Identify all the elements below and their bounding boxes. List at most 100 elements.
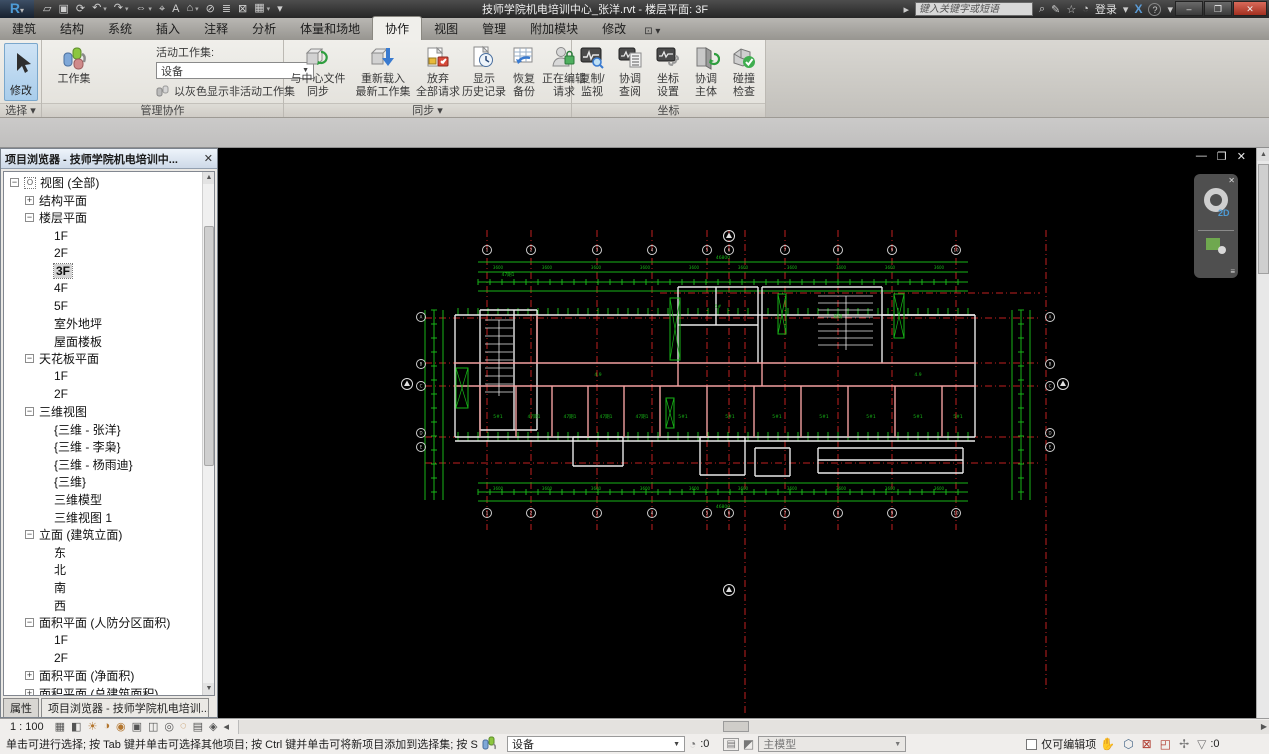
tree-item-1F[interactable]: 1F	[4, 368, 202, 386]
crop-view-icon[interactable]: ▣	[129, 720, 145, 733]
tree-item-2F[interactable]: 2F	[4, 649, 202, 667]
tree-item-5F[interactable]: 5F	[4, 297, 202, 315]
tree-item-1F[interactable]: 1F	[4, 631, 202, 649]
history-button[interactable]: 显示 历史记录	[462, 43, 506, 99]
expand-icon[interactable]: +	[25, 670, 34, 680]
status-workset-dropdown[interactable]: 设备 ▼	[507, 736, 685, 752]
tree-item-面积平面-净面积-[interactable]: + 面积平面 (净面积)	[4, 667, 202, 685]
subscription-icon[interactable]: ✎	[1051, 3, 1060, 16]
reveal-hidden-icon[interactable]: ◌	[177, 720, 190, 733]
tree-item--三维-张洋-[interactable]: {三维 - 张洋}	[4, 420, 202, 438]
select-by-face-icon[interactable]: ◰	[1156, 737, 1175, 751]
tree-item--三维-杨雨迪-[interactable]: {三维 - 杨雨迪}	[4, 456, 202, 474]
tree-item-屋面楼板[interactable]: 屋面楼板	[4, 332, 202, 350]
ribbon-tab-系统[interactable]: 系统	[96, 17, 144, 40]
communication-icon[interactable]: ☆	[1066, 3, 1076, 16]
select-underlay-icon[interactable]: ⬡	[1119, 737, 1137, 751]
copy-monitor-button[interactable]: 复制/ 监视▾	[574, 43, 610, 111]
ribbon-tab-管理[interactable]: 管理	[470, 17, 518, 40]
tree-item-面积平面-总建筑面积-[interactable]: + 面积平面 (总建筑面积)	[4, 684, 202, 695]
tree-item-2F[interactable]: 2F	[4, 244, 202, 262]
hscroll-right-icon[interactable]: ▶	[1261, 722, 1267, 731]
restore-backup-button[interactable]: 恢复 备份	[508, 43, 540, 99]
view-close-icon[interactable]: ✕	[1237, 150, 1246, 163]
redo-icon[interactable]: ↷ ▾	[111, 0, 132, 18]
view-scale-button[interactable]: 1 : 100	[0, 721, 52, 733]
collapse-search-icon[interactable]: ▸	[903, 3, 909, 16]
temporary-hide-icon[interactable]: ◎	[161, 720, 177, 733]
ribbon-tab-修改[interactable]: 修改	[590, 17, 638, 40]
tree-item-4F[interactable]: 4F	[4, 280, 202, 298]
minimize-button[interactable]: –	[1175, 1, 1203, 16]
tree-item-三维视图[interactable]: − 三维视图	[4, 403, 202, 421]
editable-only-checkbox[interactable]	[1026, 738, 1038, 750]
ribbon-tab-插入[interactable]: 插入	[144, 17, 192, 40]
signin-person-icon[interactable]: ◔	[1082, 3, 1089, 15]
tree-item-立面-建筑立面-[interactable]: − 立面 (建筑立面)	[4, 526, 202, 544]
section-icon[interactable]: ⊘	[203, 1, 218, 17]
sun-path-icon[interactable]: ☀	[84, 720, 100, 733]
design-option-dropdown[interactable]: 主模型 ▼	[758, 736, 907, 752]
tree-item-面积平面-人防分区面积-[interactable]: − 面积平面 (人防分区面积)	[4, 614, 202, 632]
measure-icon[interactable]: ⇔ ▾	[132, 0, 154, 18]
search-input[interactable]: 键入关键字或短语	[915, 2, 1033, 16]
editing-requests-status-icon[interactable]: ◔	[685, 737, 700, 751]
shadows-icon[interactable]: ◑	[100, 720, 113, 733]
signin-button[interactable]: 登录	[1095, 1, 1117, 17]
tree-item-室外地坪[interactable]: 室外地坪	[4, 315, 202, 333]
design-options-icon[interactable]: ▤	[723, 737, 739, 751]
aligned-dim-icon[interactable]: ⌖	[156, 1, 168, 17]
thin-lines-icon[interactable]: ≣	[219, 1, 234, 17]
modify-button[interactable]: 修改	[4, 43, 38, 101]
analysis-display-icon[interactable]: ◈	[206, 720, 220, 733]
tree-item-北[interactable]: 北	[4, 561, 202, 579]
tree-item-2F[interactable]: 2F	[4, 385, 202, 403]
collapse-icon[interactable]: −	[25, 618, 34, 628]
reload-latest-button[interactable]: 重新载入 最新工作集	[352, 43, 414, 99]
project-browser-close-icon[interactable]: ✕	[204, 152, 213, 165]
panel-tab-properties[interactable]: 属性	[3, 698, 39, 717]
tree-item-3F[interactable]: 3F	[4, 262, 202, 280]
navbar-close-icon[interactable]: ✕	[1228, 176, 1235, 185]
collapse-icon[interactable]: −	[25, 354, 34, 364]
worksets-button[interactable]: 工作集	[48, 43, 100, 86]
tree-item--三维-[interactable]: {三维}	[4, 473, 202, 491]
exclude-options-icon[interactable]: ◩	[739, 737, 758, 751]
vscroll-up-icon[interactable]: ▲	[1257, 148, 1269, 161]
expand-icon[interactable]: +	[25, 688, 34, 695]
undo-icon[interactable]: ↶ ▾	[89, 0, 110, 18]
tree-scroll-thumb[interactable]	[204, 226, 214, 466]
tree-item-结构平面[interactable]: + 结构平面	[4, 192, 202, 210]
show-crop-region-icon[interactable]: ◫	[145, 720, 161, 733]
ribbon-tab-分析[interactable]: 分析	[240, 17, 288, 40]
visual-style-icon[interactable]: ◧	[68, 720, 84, 733]
canvas-vertical-scrollbar[interactable]: ▲	[1256, 148, 1269, 718]
detail-level-icon[interactable]: ▦	[52, 720, 68, 733]
tree-scroll-down-icon[interactable]: ▼	[203, 683, 214, 695]
tree-scrollbar[interactable]: ▲ ▼	[202, 172, 214, 695]
ribbon-display-toggle-icon[interactable]: ⊡ ▾	[638, 23, 666, 40]
application-menu-button[interactable]: R▾	[0, 0, 34, 18]
collapse-icon[interactable]: −	[25, 213, 34, 223]
open-icon[interactable]: ▱	[40, 1, 54, 17]
sync-icon[interactable]: ⟳	[73, 1, 88, 17]
sync-panel-label[interactable]: 同步 ▾	[284, 103, 571, 117]
view-restore-icon[interactable]: ❐	[1217, 150, 1227, 163]
select-panel-label[interactable]: 选择 ▾	[0, 103, 41, 117]
collapse-icon[interactable]: −	[25, 407, 34, 417]
tree-item--三维-李枭-[interactable]: {三维 - 李枭}	[4, 438, 202, 456]
canvas-horizontal-scrollbar[interactable]: ▶	[237, 719, 1269, 734]
close-button[interactable]: ✕	[1233, 1, 1267, 16]
collapse-icon[interactable]: −	[10, 178, 19, 188]
tree-item-西[interactable]: 西	[4, 596, 202, 614]
collapse-icon[interactable]: −	[25, 530, 34, 540]
switch-windows-icon[interactable]: ▦ ▾	[251, 0, 273, 18]
ribbon-tab-协作[interactable]: 协作	[372, 16, 423, 40]
ribbon-tab-建筑[interactable]: 建筑	[0, 17, 48, 40]
relinquish-button[interactable]: 放弃 全部请求	[416, 43, 460, 99]
tree-item-南[interactable]: 南	[4, 579, 202, 597]
ribbon-tab-结构[interactable]: 结构	[48, 17, 96, 40]
drawing-canvas[interactable]: 3600 3600 3600 3600 3600 3600 3600 3600 3600 3600…	[218, 148, 1256, 718]
coord-review-button[interactable]: 协调 查阅▾	[612, 43, 648, 111]
tree-scroll-up-icon[interactable]: ▲	[203, 172, 214, 184]
